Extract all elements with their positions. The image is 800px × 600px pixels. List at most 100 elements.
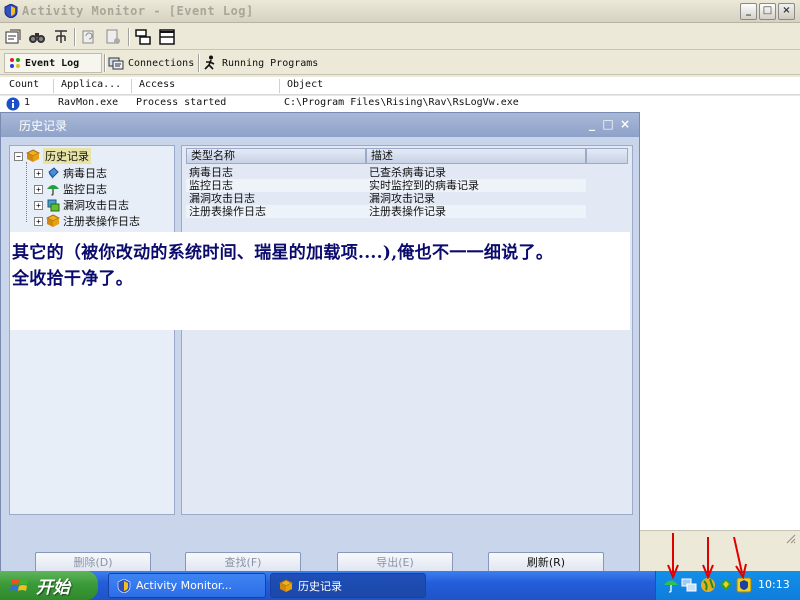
tab-event-log[interactable]: Event Log (4, 53, 102, 73)
activity-monitor-icon (117, 578, 131, 593)
tree-node-history-label: 历史记录 (43, 148, 91, 164)
tab-event-log-label: Event Log (25, 57, 80, 69)
tab-running-programs[interactable]: Running Programs (202, 53, 332, 73)
split-icon[interactable] (158, 28, 176, 46)
maximize-button[interactable]: □ (759, 3, 776, 20)
cell-application: RavMon.exe (58, 97, 119, 108)
list-item-description: 实时监控到的病毒记录 (366, 179, 586, 192)
exploit-log-icon (47, 199, 60, 212)
view-tabs: Event Log Connections Running Programs (0, 51, 800, 75)
tab-separator (198, 54, 200, 72)
list-column-description[interactable]: 描述 (366, 148, 586, 164)
toolbar (0, 24, 800, 50)
log-type-list: 类型名称 描述 病毒日志 已查杀病毒记录 监控日志 实时监控到的病毒记录 漏洞攻… (181, 145, 633, 515)
tab-connections-label: Connections (128, 57, 195, 69)
dialog-titlebar[interactable]: 历史记录 _ □ × (1, 113, 639, 137)
dialog-maximize-button[interactable]: □ (601, 117, 615, 131)
tab-connections[interactable]: Connections (108, 53, 198, 73)
tree-node-label: 病毒日志 (63, 167, 107, 180)
expand-icon[interactable]: + (34, 184, 43, 194)
info-icon (6, 97, 20, 111)
list-item-description: 注册表操作记录 (366, 205, 586, 218)
column-header-application[interactable]: Applica... (58, 79, 132, 93)
activity-monitor-icon (4, 4, 18, 18)
history-dialog: 历史记录 _ □ × − 历史记录 + 病毒日志 + 监控日志 + 漏洞攻击日志… (0, 112, 640, 577)
history-icon (279, 578, 293, 592)
clear-icon[interactable] (104, 28, 122, 46)
collapse-icon[interactable]: − (14, 151, 23, 161)
annotation-line-1: 其它的（被你改动的系统时间、瑞星的加载项....),俺也不一一细说了。 (12, 243, 554, 263)
red-arrow-icon (667, 533, 679, 579)
taskbar-item-label: 历史记录 (298, 579, 342, 593)
rising-icon[interactable] (718, 577, 734, 593)
app-titlebar: Activity Monitor - [Event Log] _ □ × (0, 0, 800, 23)
log-table-header: Count Applica... Access Object (0, 77, 800, 95)
list-column-empty[interactable] (586, 148, 628, 164)
dialog-body: − 历史记录 + 病毒日志 + 监控日志 + 漏洞攻击日志 + 注册表操作日志 … (1, 137, 639, 577)
tree-node-virus-log[interactable]: + 病毒日志 (34, 165, 107, 181)
column-header-count[interactable]: Count (6, 79, 54, 93)
table-row[interactable]: 1 RavMon.exe Process started C:\Program … (0, 96, 800, 112)
tile-icon[interactable] (134, 28, 152, 46)
expand-icon[interactable]: + (34, 200, 43, 210)
list-item[interactable]: 病毒日志 已查杀病毒记录 (186, 166, 586, 179)
minimize-button[interactable]: _ (740, 3, 757, 20)
connections-icon (108, 57, 124, 70)
dialog-close-button[interactable]: × (618, 117, 632, 131)
red-arrow-icon (702, 537, 714, 579)
globe-icon[interactable] (700, 577, 716, 593)
tree-node-label: 监控日志 (63, 183, 107, 196)
list-item[interactable]: 漏洞攻击日志 漏洞攻击记录 (186, 192, 586, 205)
cell-count: 1 (24, 97, 31, 108)
list-item[interactable]: 监控日志 实时监控到的病毒记录 (186, 179, 586, 192)
cell-object: C:\Program Files\Rising\Rav\RsLogVw.exe (284, 97, 519, 108)
toolbar-separator (128, 28, 130, 46)
list-item-type: 监控日志 (186, 179, 366, 192)
close-button[interactable]: × (778, 3, 795, 20)
virus-log-icon (48, 167, 59, 179)
expand-icon[interactable]: + (34, 168, 43, 178)
shield-icon[interactable] (736, 577, 752, 593)
annotation-caption: 其它的（被你改动的系统时间、瑞星的加载项....),俺也不一一细说了。 全收拾干… (10, 232, 630, 330)
list-header: 类型名称 描述 (186, 148, 628, 164)
cell-access: Process started (136, 97, 227, 108)
taskbar-item-label: Activity Monitor... (136, 579, 232, 592)
history-icon (26, 149, 40, 162)
tree-node-monitor-log[interactable]: + 监控日志 (34, 181, 107, 197)
taskbar-item-activity-monitor[interactable]: Activity Monitor... (108, 573, 266, 598)
column-header-object[interactable]: Object (284, 79, 684, 93)
list-item-description: 漏洞攻击记录 (369, 192, 435, 205)
tab-separator (104, 54, 106, 72)
tree-node-registry-log[interactable]: + 注册表操作日志 (34, 213, 140, 229)
properties-icon[interactable] (4, 28, 22, 46)
list-column-type[interactable]: 类型名称 (186, 148, 366, 164)
dialog-title: 历史记录 (19, 119, 68, 133)
copy-icon[interactable] (80, 28, 98, 46)
start-button[interactable]: 开始 (0, 571, 98, 600)
filter-icon[interactable] (52, 28, 70, 46)
log-tree: − 历史记录 + 病毒日志 + 监控日志 + 漏洞攻击日志 + 注册表操作日志 (9, 145, 175, 515)
network-icon[interactable] (681, 577, 697, 593)
start-label: 开始 (36, 578, 70, 598)
list-item-type: 病毒日志 (189, 166, 233, 179)
registry-log-icon (46, 214, 60, 227)
column-header-access[interactable]: Access (136, 79, 280, 93)
event-log-icon (10, 58, 20, 68)
status-bar (640, 530, 800, 546)
annotation-line-2: 全收拾干净了。 (12, 269, 134, 289)
taskbar-item-history[interactable]: 历史记录 (270, 573, 426, 598)
tree-node-label: 漏洞攻击日志 (63, 199, 129, 212)
list-item-type: 注册表操作日志 (186, 205, 366, 218)
resize-grip-icon[interactable] (784, 532, 796, 544)
toolbar-separator (74, 28, 76, 46)
expand-icon[interactable]: + (34, 216, 43, 226)
dialog-minimize-button[interactable]: _ (585, 117, 599, 131)
umbrella-icon (47, 185, 59, 196)
find-icon[interactable] (28, 28, 46, 46)
tab-running-programs-label: Running Programs (222, 57, 319, 69)
list-item[interactable]: 注册表操作日志 注册表操作记录 (186, 205, 586, 218)
tree-node-exploit-log[interactable]: + 漏洞攻击日志 (34, 197, 129, 213)
running-programs-icon (204, 55, 215, 70)
tree-node-history[interactable]: − 历史记录 (14, 148, 91, 164)
umbrella-icon[interactable] (663, 577, 679, 593)
